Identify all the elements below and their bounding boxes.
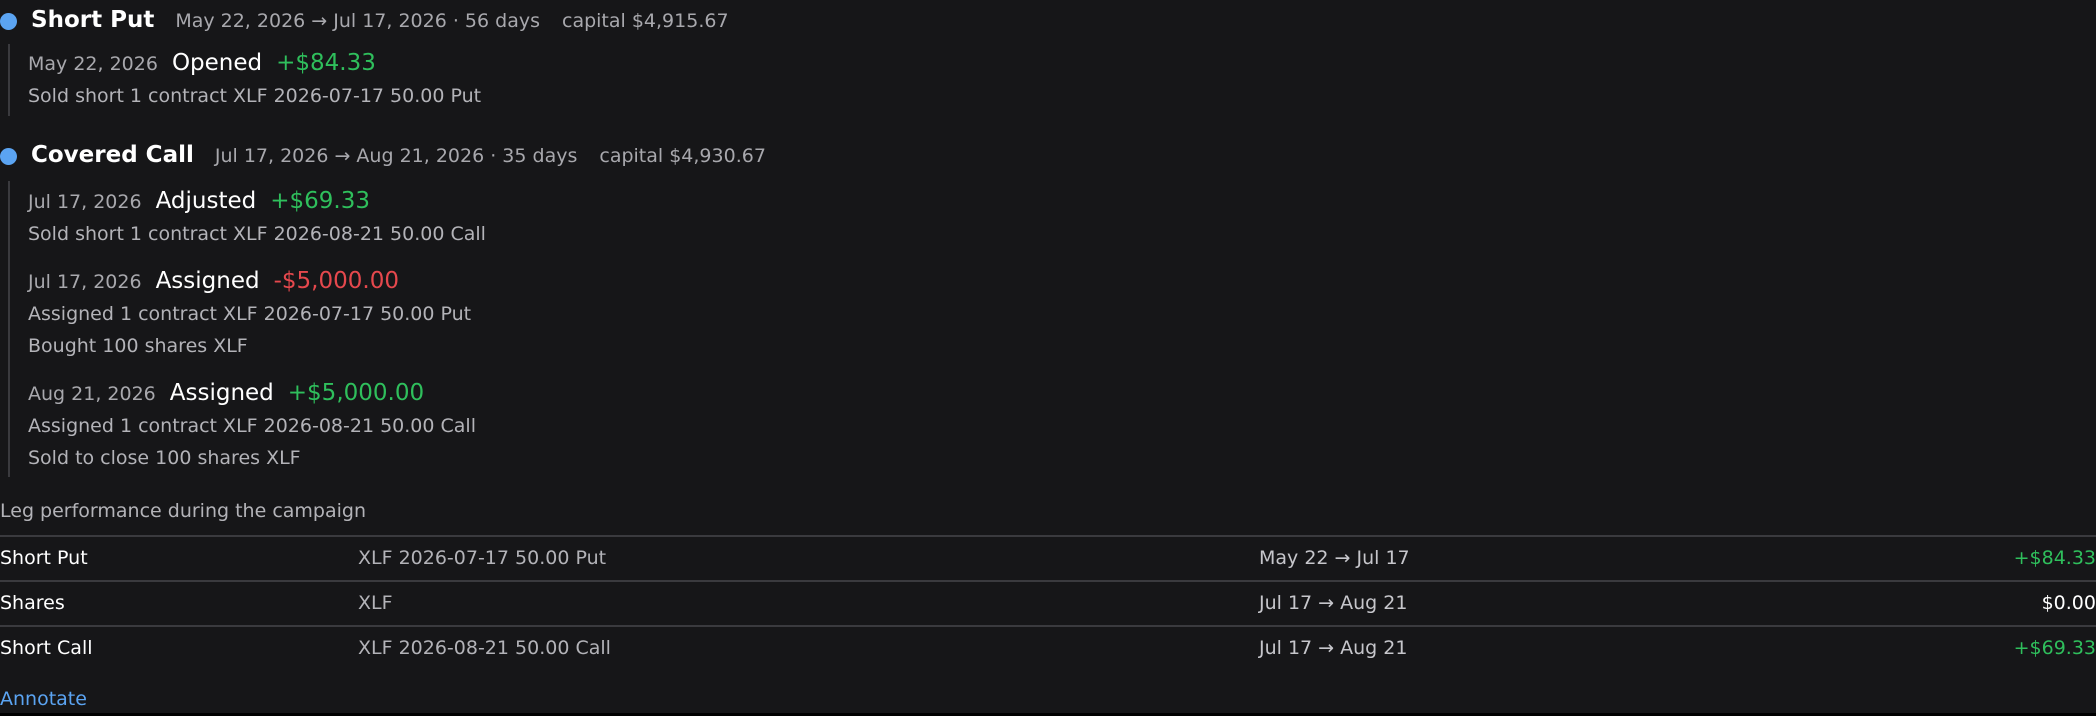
event-type: Assigned (155, 268, 260, 294)
event-detail-line: Assigned 1 contract XLF 2026-08-21 50.00… (28, 415, 476, 437)
event-assigned-call: Aug 21, 2026 Assigned +$5,000.00 Assigne… (28, 376, 476, 474)
event-detail-line: Bought 100 shares XLF (28, 335, 248, 357)
phase-title: Covered Call (31, 142, 194, 168)
event-detail-line: Assigned 1 contract XLF 2026-07-17 50.00… (28, 303, 472, 325)
phase-dot-icon (0, 12, 17, 30)
phase-date-range: May 22, 2026 → Jul 17, 2026 · 56 days (175, 10, 540, 32)
event-amount: +$69.33 (270, 188, 370, 214)
event-amount: +$5,000.00 (287, 380, 425, 406)
event-assigned-put: Jul 17, 2026 Assigned -$5,000.00 Assigne… (28, 264, 471, 362)
event-detail-line: Sold to close 100 shares XLF (28, 447, 301, 469)
leg-pnl: +$84.33 (2013, 547, 2096, 569)
leg-date-range: Jul 17 → Aug 21 (1259, 592, 1408, 614)
event-date: Aug 21, 2026 (28, 383, 156, 405)
leg-pnl: +$69.33 (2013, 637, 2096, 659)
phase-capital: capital $4,930.67 (599, 145, 766, 167)
event-header: Aug 21, 2026 Assigned +$5,000.00 (28, 376, 476, 410)
leg-performance-table: Short Put XLF 2026-07-17 50.00 Put May 2… (0, 535, 2096, 670)
annotate-link[interactable]: Annotate (0, 684, 87, 714)
table-row: Short Put XLF 2026-07-17 50.00 Put May 2… (0, 535, 2096, 580)
leg-name: Short Call (0, 637, 93, 659)
table-row: Short Call XLF 2026-08-21 50.00 Call Jul… (0, 625, 2096, 670)
leg-instrument: XLF (358, 592, 393, 614)
phase-short-put: Short Put May 22, 2026 → Jul 17, 2026 · … (0, 0, 2096, 40)
event-header: May 22, 2026 Opened +$84.33 (28, 46, 481, 80)
phase-covered-call: Covered Call Jul 17, 2026 → Aug 21, 2026… (0, 135, 2096, 175)
event-amount: -$5,000.00 (273, 268, 399, 294)
event-type: Opened (171, 50, 263, 76)
leg-instrument: XLF 2026-07-17 50.00 Put (358, 547, 607, 569)
leg-name: Short Put (0, 547, 88, 569)
phase-events-rail (8, 181, 10, 477)
event-date: Jul 17, 2026 (28, 191, 142, 213)
leg-pnl: $0.00 (2041, 592, 2096, 614)
event-header: Jul 17, 2026 Assigned -$5,000.00 (28, 264, 471, 298)
event-detail-line: Sold short 1 contract XLF 2026-07-17 50.… (28, 85, 482, 107)
event-date: Jul 17, 2026 (28, 271, 142, 293)
event-type: Adjusted (155, 188, 257, 214)
event-detail-line: Sold short 1 contract XLF 2026-08-21 50.… (28, 223, 486, 245)
event-amount: +$84.33 (276, 50, 376, 76)
leg-instrument: XLF 2026-08-21 50.00 Call (358, 637, 611, 659)
event-header: Jul 17, 2026 Adjusted +$69.33 (28, 184, 486, 218)
phase-dot-icon (0, 147, 17, 165)
event-adjusted: Jul 17, 2026 Adjusted +$69.33 Sold short… (28, 184, 486, 250)
leg-date-range: May 22 → Jul 17 (1259, 547, 1410, 569)
phase-date-range: Jul 17, 2026 → Aug 21, 2026 · 35 days (214, 145, 578, 167)
phase-header: Short Put May 22, 2026 → Jul 17, 2026 · … (0, 0, 2096, 40)
phase-title: Short Put (31, 7, 155, 33)
event-type: Assigned (169, 380, 274, 406)
event-opened: May 22, 2026 Opened +$84.33 Sold short 1… (28, 46, 481, 112)
leg-date-range: Jul 17 → Aug 21 (1259, 637, 1408, 659)
leg-name: Shares (0, 592, 65, 614)
phase-capital: capital $4,915.67 (562, 10, 729, 32)
campaign-timeline: Short Put May 22, 2026 → Jul 17, 2026 · … (0, 0, 2096, 716)
event-date: May 22, 2026 (28, 53, 158, 75)
leg-performance-heading: Leg performance during the campaign (0, 500, 367, 522)
table-row: Shares XLF Jul 17 → Aug 21 $0.00 (0, 580, 2096, 625)
phase-events-rail (8, 44, 10, 116)
phase-header: Covered Call Jul 17, 2026 → Aug 21, 2026… (0, 135, 2096, 175)
